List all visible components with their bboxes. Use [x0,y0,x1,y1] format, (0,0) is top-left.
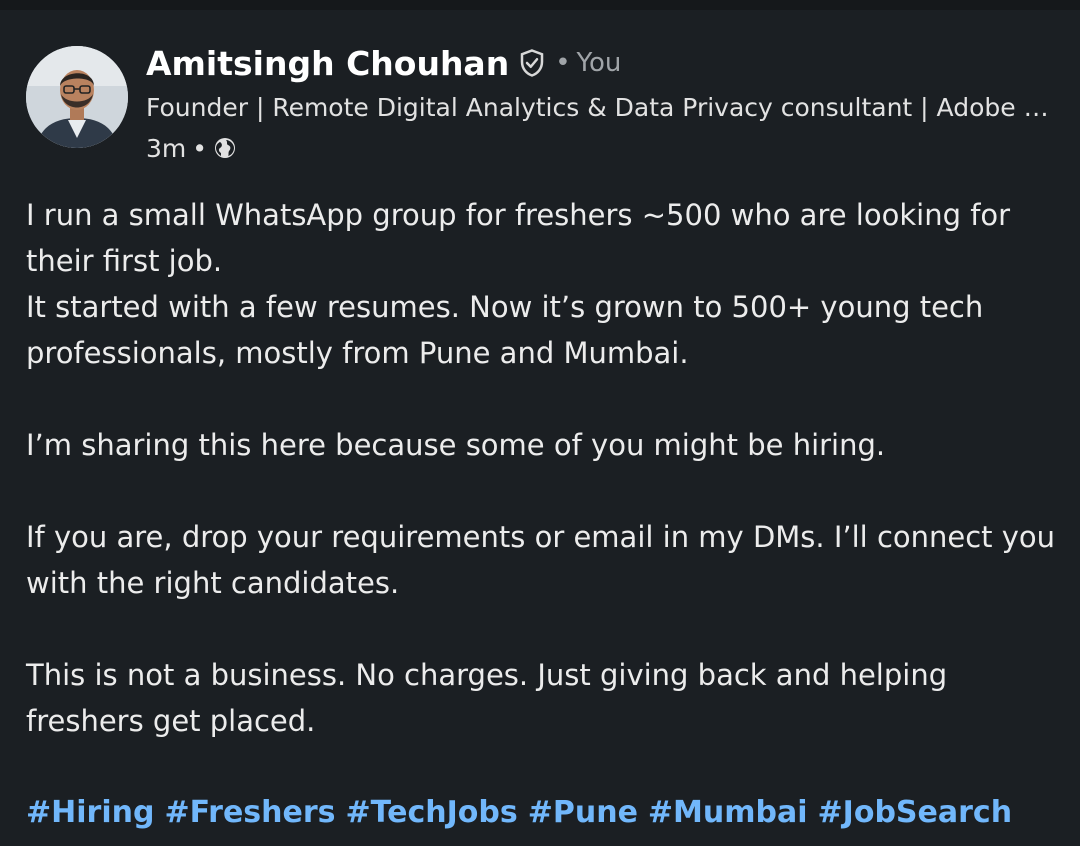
name-separator: • [555,48,571,78]
post-paragraph: I’m sharing this here because some of yo… [26,428,886,462]
post-paragraph: If you are, drop your requirements or em… [26,520,1056,600]
top-edge [0,0,1080,10]
post-card: Amitsingh Chouhan • You Founder | Remote… [0,10,1080,846]
name-row: Amitsingh Chouhan • You [146,38,1056,88]
author-name[interactable]: Amitsingh Chouhan [146,44,509,83]
avatar[interactable] [26,46,128,148]
hashtag-link[interactable]: #Hiring [26,795,154,830]
globe-icon [213,136,237,160]
post-meta: 3m • [146,128,1056,168]
hashtag-link[interactable]: #JobSearch [818,795,1013,830]
post-paragraph: This is not a business. No charges. Just… [26,658,948,738]
post-body: I run a small WhatsApp group for fresher… [26,192,1066,836]
time-separator: • [192,133,208,163]
post-paragraph: I run a small WhatsApp group for fresher… [26,198,1011,278]
you-label: You [576,48,622,78]
hashtag-link[interactable]: #TechJobs [346,795,518,830]
hashtag-link[interactable]: #Pune [528,795,638,830]
post-time: 3m [146,133,187,163]
author-headline: Founder | Remote Digital Analytics & Dat… [146,93,1056,122]
post-header: Amitsingh Chouhan • You Founder | Remote… [146,38,1056,168]
avatar-photo [26,46,128,148]
post-paragraph: It started with a few resumes. Now it’s … [26,290,984,370]
hashtag-list: #Hiring #Freshers #TechJobs #Pune #Mumbai #Jo… [26,790,1066,836]
shield-check-icon [517,48,547,78]
hashtag-link[interactable]: #Mumbai [648,795,808,830]
hashtag-link[interactable]: #Freshers [164,795,335,830]
